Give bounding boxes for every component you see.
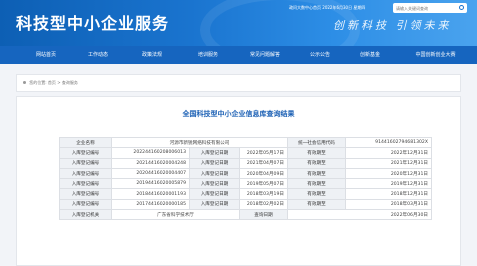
valid-until-value: 2020年12月31日 <box>345 167 432 180</box>
credit-code-label: 统一社会信用代码 <box>287 136 346 149</box>
table-row: 入库登记编号 20224416020800601​3 入库登记日期 2022年0… <box>59 147 432 159</box>
valid-until-value: 2019年12月31日 <box>345 178 432 190</box>
valid-until-label: 有效期至 <box>287 178 346 190</box>
breadcrumb-separator: > <box>57 80 61 85</box>
valid-until-label: 有效期至 <box>287 167 346 180</box>
reg-date-label: 入库登记日期 <box>189 198 240 211</box>
breadcrumb: 您的位置: 首页 > 查询服务 <box>16 74 461 92</box>
nav-innovation-fund[interactable]: 创新基金 <box>346 46 394 64</box>
main-nav: 网站首页 工作动态 政策法规 培训服务 常见问题解答 公示公告 创新基金 中国创… <box>0 46 477 64</box>
breadcrumb-prefix: 您的位置: <box>29 80 47 85</box>
slogan: 创新科技 引领未来 <box>333 19 452 32</box>
reg-no-value: 20224416020800601​3 <box>111 147 190 159</box>
reg-no-value: 20194416020005879 <box>111 178 190 190</box>
reg-no-value: 20174416020000185 <box>111 198 190 211</box>
table-row: 入库登记编号 20194416020005879 入库登记日期 2019年05月… <box>59 178 432 190</box>
table-row: 入库登记机关 广东省科学技术厅 查询日期 2022年06月30日 <box>59 209 432 221</box>
reg-no-label: 入库登记编号 <box>59 147 112 159</box>
result-table: 企业名称 河源市新锐网络科技有限公司 统一社会信用代码 914416027946… <box>59 136 432 221</box>
valid-until-value: 2018年03月31日 <box>345 198 432 211</box>
reg-date-label: 入库登记日期 <box>189 188 240 200</box>
table-row: 入库登记编号 20174416020000185 入库登记日期 2018年02月… <box>59 198 432 211</box>
nav-home[interactable]: 网站首页 <box>0 46 72 64</box>
reg-date-value: 2020年04月09日 <box>239 167 288 180</box>
reg-date-label: 入库登记日期 <box>189 178 240 190</box>
valid-until-label: 有效期至 <box>287 147 346 159</box>
reg-date-label: 入库登记日期 <box>189 167 240 180</box>
reg-date-value: 2019年05月07日 <box>239 178 288 190</box>
reg-date-value: 2022年05月17日 <box>239 147 288 159</box>
search-box[interactable] <box>393 3 467 13</box>
valid-until-label: 有效期至 <box>287 157 346 169</box>
valid-until-label: 有效期至 <box>287 198 346 211</box>
result-card: 全国科技型中小企业信息库查询结果 企业名称 河源市新锐网络科技有限公司 统一社会… <box>16 96 461 266</box>
reg-date-value: 2018年02月02日 <box>239 198 288 211</box>
nav-training[interactable]: 培训服务 <box>180 46 236 64</box>
reg-date-value: 2021年04月07日 <box>239 157 288 169</box>
nav-policy[interactable]: 政策法规 <box>124 46 180 64</box>
valid-until-label: 有效期至 <box>287 188 346 200</box>
search-icon[interactable] <box>459 5 464 10</box>
table-row: 入库登记编号 20204416020004407 入库登记日期 2020年04月… <box>59 167 432 180</box>
credit-code-value: 91441602794681302X <box>345 136 432 149</box>
site-title[interactable]: 科技型中小企业服务 <box>16 10 169 34</box>
reg-no-value: 20214416020004248 <box>111 157 190 169</box>
valid-until-value: 2018年12月31日 <box>345 188 432 200</box>
reg-no-label: 入库登记编号 <box>59 188 112 200</box>
table-row: 入库登记编号 20214416020004248 入库登记日期 2021年04月… <box>59 157 432 169</box>
reg-date-value: 2018年03月19日 <box>239 188 288 200</box>
valid-until-value: 2022年12月31日 <box>345 147 432 159</box>
breadcrumb-home[interactable]: 首页 <box>48 80 56 85</box>
table-row: 入库登记编号 20184416020001193 入库登记日期 2018年03月… <box>59 188 432 200</box>
reg-no-label: 入库登记编号 <box>59 157 112 169</box>
valid-until-value: 2021年12月31日 <box>345 157 432 169</box>
company-value: 河源市新锐网络科技有限公司 <box>111 136 288 149</box>
query-date-value: 2022年06月30日 <box>287 209 432 221</box>
authority-label: 入库登记机关 <box>59 209 112 221</box>
reg-date-label: 入库登记日期 <box>189 147 240 159</box>
reg-no-label: 入库登记编号 <box>59 198 112 211</box>
reg-date-label: 入库登记日期 <box>189 157 240 169</box>
reg-no-label: 入库登记编号 <box>59 178 112 190</box>
site-header: 科技型中小企业服务 政问大数中心首页 2022年6月30日 星期四 创新科技 引… <box>0 0 477 46</box>
company-label: 企业名称 <box>59 136 112 149</box>
query-date-label: 查询日期 <box>239 209 288 221</box>
top-links[interactable]: 政问大数中心首页 2022年6月30日 星期四 <box>289 5 365 11</box>
breadcrumb-current[interactable]: 查询服务 <box>62 80 78 85</box>
nav-innovation-contest[interactable]: 中国创新创业大赛 <box>394 46 477 64</box>
nav-faq[interactable]: 常见问题解答 <box>236 46 294 64</box>
nav-work-news[interactable]: 工作动态 <box>72 46 124 64</box>
nav-announcements[interactable]: 公示公告 <box>294 46 346 64</box>
reg-no-value: 20204416020004407 <box>111 167 190 180</box>
table-row: 企业名称 河源市新锐网络科技有限公司 统一社会信用代码 914416027946… <box>59 136 432 149</box>
page-title: 全国科技型中小企业信息库查询结果 <box>182 110 295 118</box>
location-icon <box>23 81 26 84</box>
authority-value: 广东省科学技术厅 <box>111 209 240 221</box>
reg-no-label: 入库登记编号 <box>59 167 112 180</box>
reg-no-value: 20184416020001193 <box>111 188 190 200</box>
search-input[interactable] <box>393 3 453 13</box>
